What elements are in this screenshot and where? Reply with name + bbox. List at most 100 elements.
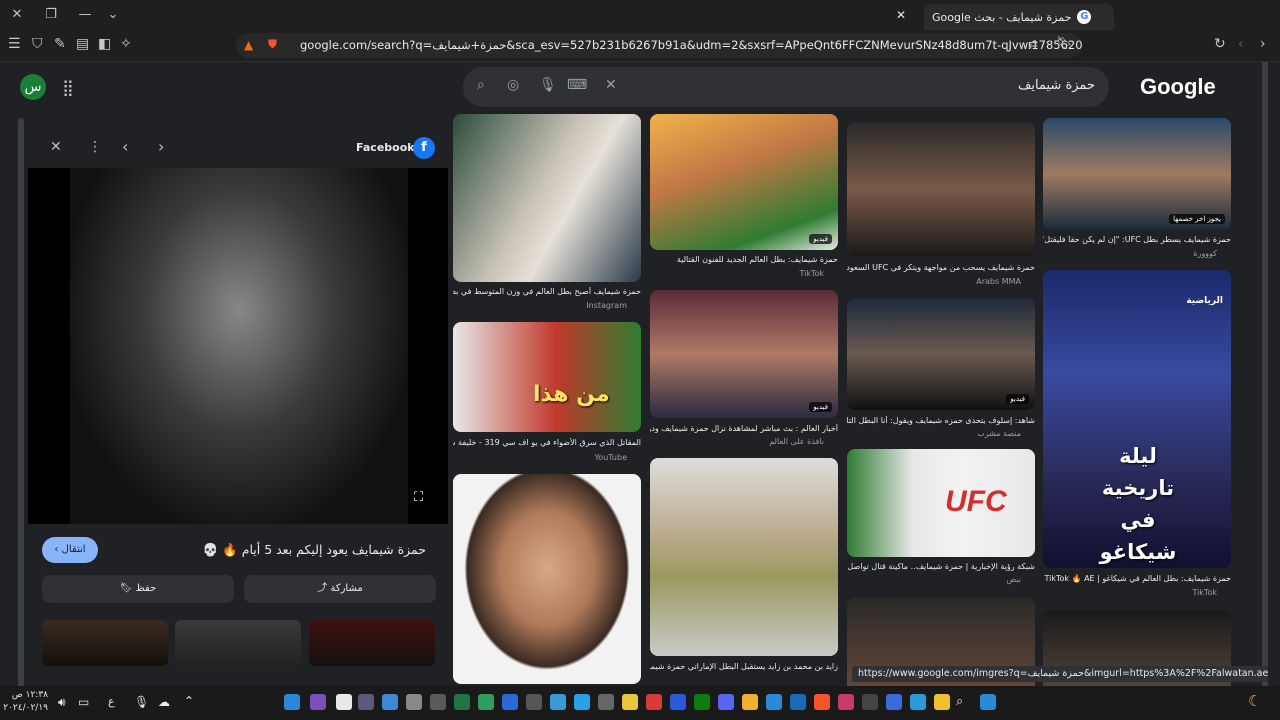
minimize-icon[interactable]: —	[72, 0, 98, 30]
app-icon[interactable]	[336, 694, 352, 710]
reader-icon[interactable]: ▤	[76, 36, 89, 52]
app-icon[interactable]	[406, 694, 422, 710]
search-box[interactable]: ⌕ ◎ 🎙︎ ⌨ ✕ حمزة شيمايف	[463, 67, 1109, 107]
pin-icon[interactable]: ✎	[54, 36, 66, 52]
result-caption[interactable]: حمزة شيمايف يسحب من مواجهة ويتكر في UFC …	[847, 263, 1035, 272]
share-button[interactable]: ⤴ مشاركة	[244, 575, 436, 603]
result-caption[interactable]: شبكة رؤية الإخبارية | حمزة شيمايف.. ماكي…	[847, 562, 1035, 571]
panel-scrollbar[interactable]	[18, 118, 24, 686]
app-icon[interactable]	[670, 694, 686, 710]
lens-icon[interactable]: ◎	[507, 77, 519, 93]
app-icon[interactable]	[310, 694, 326, 710]
result-source[interactable]: TikTok	[1043, 588, 1217, 597]
app-icon[interactable]	[502, 694, 518, 710]
result-caption[interactable]: أخبار العالم : بث مباشر لمشاهدة نزال حمز…	[650, 424, 838, 433]
app-icon[interactable]	[430, 694, 446, 710]
clear-search-icon[interactable]: ✕	[605, 77, 617, 93]
result-image[interactable]: فيديو	[847, 298, 1035, 410]
brave-shields-icon[interactable]: ⛊	[268, 37, 277, 52]
result-image[interactable]: فيديو	[650, 290, 838, 418]
result-image[interactable]	[453, 114, 641, 282]
result-image[interactable]: يجوز اخر خصمها	[1043, 118, 1231, 230]
result-caption[interactable]: المقاتل الذي سرق الأضواء في يو اف سي 319…	[453, 438, 641, 447]
forward-icon[interactable]: ›	[1260, 36, 1266, 52]
next-icon[interactable]: ›	[158, 137, 164, 156]
app-icon[interactable]	[284, 694, 300, 710]
app-icon[interactable]	[526, 694, 542, 710]
result-source[interactable]: نافذة على العالم	[650, 437, 824, 446]
close-tab-icon[interactable]: ✕	[896, 8, 906, 22]
shield-icon[interactable]: ⛉	[32, 36, 43, 52]
result-image[interactable]: فيديو	[650, 114, 838, 250]
address-bar[interactable]: google.com/search?q=حمزة+شيمايف&sca_esv=…	[236, 33, 1082, 58]
preview-image[interactable]	[70, 168, 408, 524]
result-caption[interactable]: حمزة شيمايف أصبح بطل العالم في وزن المتو…	[453, 287, 641, 296]
app-icon[interactable]	[886, 694, 902, 710]
language-indicator[interactable]: ع	[108, 695, 115, 708]
reload-icon[interactable]: ↻	[1214, 36, 1226, 52]
keyboard-icon[interactable]: ⌨	[567, 77, 587, 93]
google-logo[interactable]: Google	[1140, 74, 1216, 100]
related-thumbnail[interactable]	[175, 620, 301, 666]
save-button[interactable]: 🔖︎ حفظ	[42, 575, 234, 603]
related-thumbnail[interactable]	[309, 620, 435, 666]
result-source[interactable]: YouTube	[453, 453, 627, 462]
edge-icon[interactable]	[910, 694, 926, 710]
clock[interactable]: ١٢:٣٨ ص ٢٠٢٤/٠٢/١٩	[3, 689, 48, 715]
more-options-icon[interactable]: ⋮	[88, 139, 102, 155]
app-icon[interactable]	[382, 694, 398, 710]
page-scrollbar[interactable]	[1262, 62, 1268, 686]
result-caption[interactable]: حمزة شيمايف يسطر بطل UFC: "إن لم يكن حقا…	[1043, 235, 1231, 244]
visit-button[interactable]: ‹ انتقال	[42, 537, 98, 563]
result-image[interactable]: UFC	[847, 449, 1035, 557]
lens-search-icon[interactable]: ⛶	[414, 490, 423, 505]
source-name[interactable]: Facebook	[356, 141, 415, 154]
result-image[interactable]	[847, 122, 1035, 256]
app-icon[interactable]	[358, 694, 374, 710]
result-image[interactable]: الرياضية ليلة تاريخية في شيكاغو	[1043, 270, 1231, 568]
result-source[interactable]: Instagram	[453, 301, 627, 310]
result-caption[interactable]: زايد بن محمد بن زايد يستقبل البطل الإمار…	[650, 662, 838, 671]
onedrive-icon[interactable]: ☁	[158, 695, 170, 709]
result-source[interactable]: TikTok	[650, 269, 824, 278]
app-icon[interactable]	[766, 694, 782, 710]
share-page-icon[interactable]: ⇄	[1028, 37, 1038, 51]
result-source[interactable]: Arabs MMA	[847, 277, 1021, 286]
start-icon[interactable]	[980, 694, 996, 710]
app-icon[interactable]	[598, 694, 614, 710]
volume-icon[interactable]: 🔊︎	[58, 695, 66, 710]
app-icon[interactable]	[646, 694, 662, 710]
result-source[interactable]: كووورة	[1043, 249, 1217, 258]
search-input[interactable]: حمزة شيمايف	[1018, 78, 1095, 93]
result-caption[interactable]: شاهد: إسلوف يتحدى حمزه شيمايف ويقول: أنا…	[847, 416, 1035, 425]
network-icon[interactable]: ▭	[78, 695, 89, 709]
file-explorer-icon[interactable]	[934, 694, 950, 710]
result-image[interactable]	[453, 474, 641, 684]
telegram-icon[interactable]	[574, 694, 590, 710]
microphone-icon[interactable]: 🎙︎	[134, 695, 149, 709]
related-thumbnail[interactable]	[42, 620, 168, 666]
close-window-icon[interactable]: ✕	[4, 0, 30, 30]
search-icon[interactable]: ⌕	[956, 694, 963, 709]
result-image[interactable]: من هذا	[453, 322, 641, 432]
app-icon[interactable]	[622, 694, 638, 710]
excel-icon[interactable]	[454, 694, 470, 710]
previous-icon[interactable]: ‹	[122, 137, 128, 156]
result-image[interactable]	[650, 458, 838, 656]
active-tab[interactable]: G حمزة شيمايف - بحث Google ✕	[896, 4, 1114, 30]
preview-title[interactable]: حمزة شيمايف يعود إليكم بعد 5 أيام 🔥 💀	[203, 542, 426, 558]
close-panel-icon[interactable]: ✕	[50, 139, 62, 155]
apps-grid-icon[interactable]: ⣿	[62, 78, 74, 97]
restore-icon[interactable]: ❐	[38, 0, 64, 30]
result-caption[interactable]: حمزة شيمايف: بطل العالم الجديد للفنون ال…	[650, 255, 838, 264]
app-icon[interactable]	[862, 694, 878, 710]
app-icon[interactable]	[478, 694, 494, 710]
result-source[interactable]: منصة مشرب	[847, 429, 1021, 438]
sidebar-icon[interactable]: ◧	[98, 36, 111, 52]
tray-overflow-icon[interactable]: ⌃	[184, 694, 194, 708]
xbox-icon[interactable]	[694, 694, 710, 710]
discord-icon[interactable]	[718, 694, 734, 710]
app-icon[interactable]	[742, 694, 758, 710]
microphone-icon[interactable]: 🎙︎	[539, 77, 557, 93]
steam-icon[interactable]	[790, 694, 806, 710]
